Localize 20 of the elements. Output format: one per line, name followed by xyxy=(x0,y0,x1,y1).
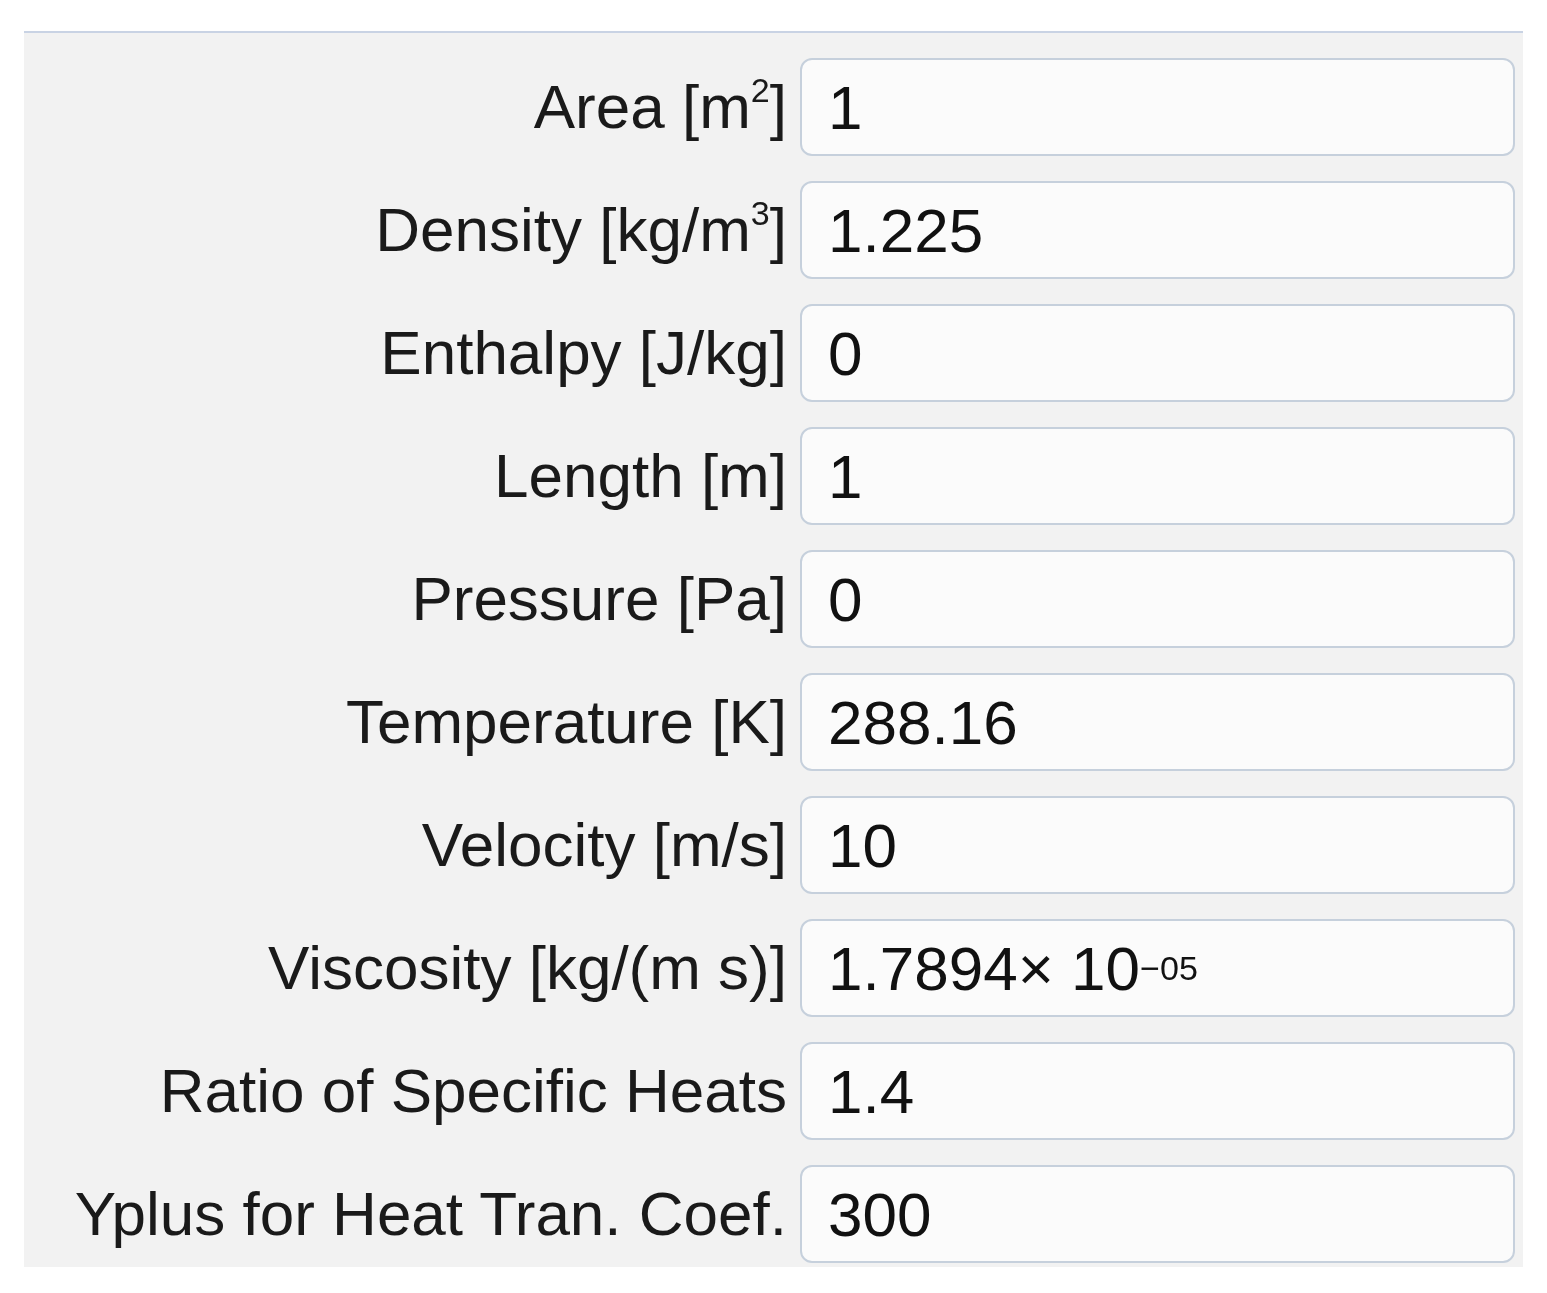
input-field[interactable]: 1.225 xyxy=(800,181,1515,279)
field-label: Length [m] xyxy=(494,441,787,511)
input-field[interactable]: 288.16 xyxy=(800,673,1515,771)
input-field[interactable]: 0 xyxy=(800,550,1515,648)
field-label: Temperature [K] xyxy=(345,687,787,757)
input-field[interactable]: 10 xyxy=(800,796,1515,894)
input-field[interactable]: 1.4 xyxy=(800,1042,1515,1140)
field-label: Enthalpy [J/kg] xyxy=(380,318,787,388)
field-label: Pressure [Pa] xyxy=(411,564,787,634)
input-field[interactable]: 1 xyxy=(800,427,1515,525)
input-field[interactable]: 1 xyxy=(800,58,1515,156)
field-label: Density [kg/m$^{3}$] xyxy=(375,195,787,265)
field-label: Velocity [m/s] xyxy=(421,810,787,880)
input-field[interactable]: 1.7894× 10$^{−05}$ xyxy=(800,919,1515,1017)
field-label: Ratio of Specific Heats xyxy=(159,1056,787,1126)
field-label: Viscosity [kg/(m s)] xyxy=(267,933,787,1003)
field-label: Yplus for Heat Tran. Coef. xyxy=(74,1179,787,1249)
field-label: Area [m$^{2}$] xyxy=(533,72,787,142)
input-field[interactable]: 300 xyxy=(800,1165,1515,1263)
input-field[interactable]: 0 xyxy=(800,304,1515,402)
